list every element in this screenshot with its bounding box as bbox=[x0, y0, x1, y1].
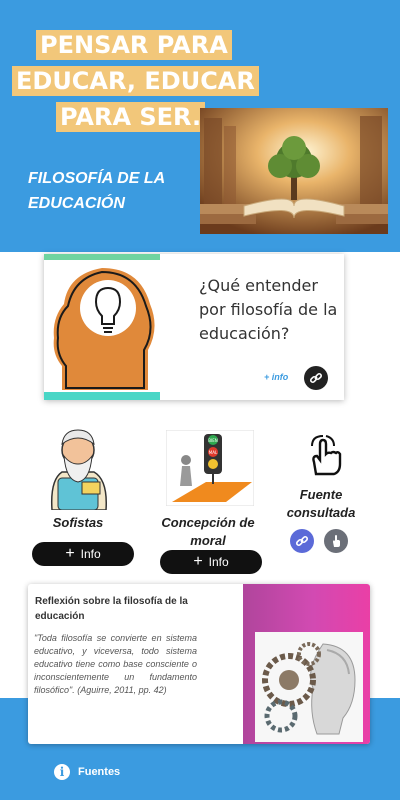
moral-info-label: Info bbox=[208, 555, 229, 569]
link-icon bbox=[295, 535, 309, 547]
plus-icon: + bbox=[65, 545, 75, 562]
fuente-consultada-label: Fuente consultada bbox=[286, 487, 356, 520]
title-line-3: PARA SER. bbox=[56, 102, 206, 132]
head-lightbulb-image bbox=[44, 254, 160, 400]
sophist-illustration bbox=[38, 420, 118, 511]
tree-book-image bbox=[200, 108, 388, 234]
concepcion-moral-label: Concepción de moral bbox=[161, 515, 255, 548]
reflection-quote: "Toda filosofía se convierte en sistema … bbox=[34, 633, 197, 695]
fuentes-link[interactable]: i Fuentes bbox=[54, 764, 120, 780]
plus-icon: + bbox=[193, 553, 203, 570]
question-card: ¿Qué entender por filosofía de la educac… bbox=[44, 254, 344, 400]
sofistas-info-button[interactable]: + Info bbox=[32, 542, 134, 566]
traffic-label-mal: MAL bbox=[209, 450, 218, 455]
title-line-2: EDUCAR, EDUCAR bbox=[12, 66, 259, 96]
statue-gears-image bbox=[243, 584, 370, 744]
fuente-tap-button[interactable] bbox=[324, 529, 348, 553]
fuente-link-button[interactable] bbox=[290, 529, 314, 553]
sofistas-info-label: Info bbox=[80, 547, 101, 561]
sofistas-label: Sofistas bbox=[52, 515, 104, 530]
hand-pointer-icon bbox=[333, 535, 340, 547]
traffic-light-illustration: BIEN MAL bbox=[165, 429, 255, 507]
title-line-1: PENSAR PARA bbox=[36, 30, 232, 60]
traffic-label-bien: BIEN bbox=[208, 438, 217, 443]
reflection-card: Reflexión sobre la filosofía de la educa… bbox=[28, 584, 370, 744]
more-info-link[interactable]: + info bbox=[264, 372, 288, 382]
fuentes-label: Fuentes bbox=[78, 766, 121, 778]
moral-info-button[interactable]: + Info bbox=[160, 550, 262, 574]
question-link-button[interactable] bbox=[304, 366, 328, 390]
link-icon bbox=[309, 372, 323, 384]
info-icon: i bbox=[54, 764, 70, 780]
subtitle: FILOSOFÍA DE LA EDUCACIÓN bbox=[28, 170, 165, 212]
question-text: ¿Qué entender por filosofía de la educac… bbox=[199, 276, 338, 343]
reflection-title: Reflexión sobre la filosofía de la educa… bbox=[35, 596, 188, 622]
hand-tap-icon bbox=[302, 434, 346, 478]
